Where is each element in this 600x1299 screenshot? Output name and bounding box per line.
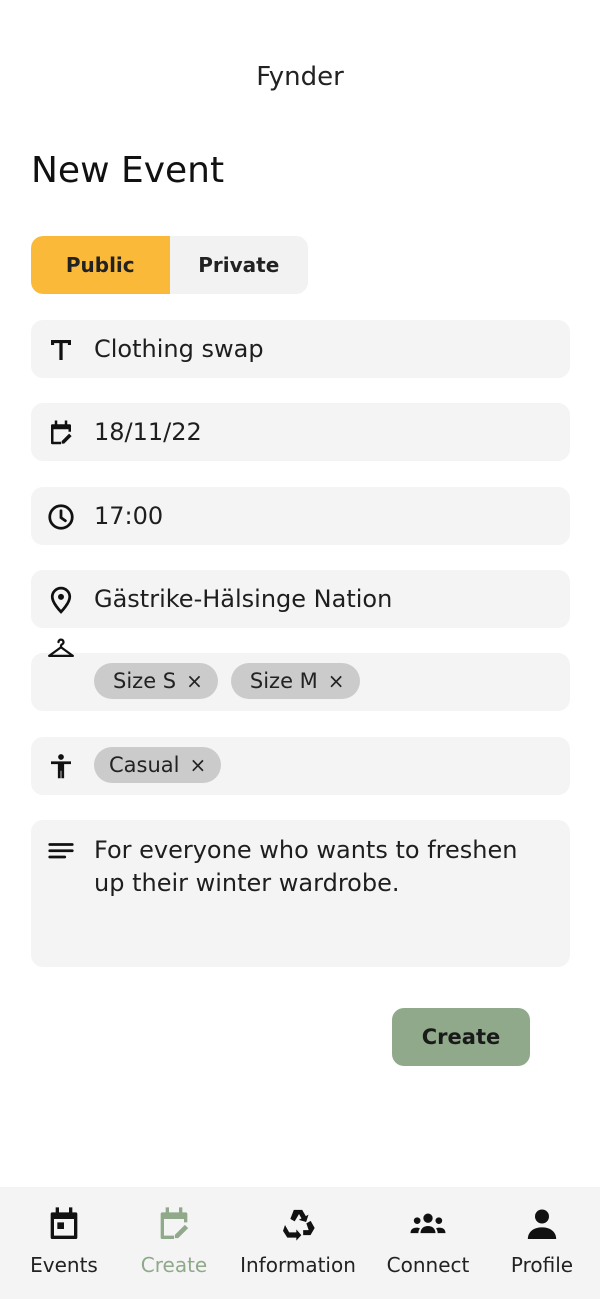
visibility-toggle: Public Private — [31, 236, 308, 294]
size-chip-list: Size S × Size M × — [94, 663, 360, 699]
size-chip-label: Size M — [249, 669, 318, 693]
description-value: For everyone who wants to freshen up the… — [94, 836, 518, 897]
group-icon — [407, 1203, 449, 1245]
nav-item-profile[interactable]: Profile — [504, 1187, 580, 1299]
private-option[interactable]: Private — [170, 236, 309, 294]
app-title: Fynder — [256, 62, 344, 92]
style-chip-label: Casual — [109, 753, 180, 777]
event-title-value: Clothing swap — [94, 335, 264, 363]
size-chip-label: Size S — [113, 669, 177, 693]
nav-item-information[interactable]: Information — [236, 1187, 360, 1299]
nav-item-create[interactable]: Create — [134, 1187, 214, 1299]
nav-item-events[interactable]: Events — [24, 1187, 104, 1299]
bottom-nav: Events Create Information Connect Profil… — [0, 1187, 600, 1299]
nav-label: Profile — [510, 1253, 574, 1277]
event-date-field[interactable]: 18/11/22 — [31, 403, 570, 461]
nav-label: Connect — [386, 1253, 470, 1277]
page-title: New Event — [31, 150, 225, 191]
event-location-value: Gästrike-Hälsinge Nation — [94, 585, 393, 613]
recycle-icon — [277, 1203, 319, 1245]
calendar-edit-icon — [45, 417, 77, 449]
nav-label: Create — [140, 1253, 208, 1277]
event-date-value: 18/11/22 — [94, 418, 202, 446]
event-location-field[interactable]: Gästrike-Hälsinge Nation — [31, 570, 570, 628]
style-chip-list: Casual × — [94, 747, 222, 783]
public-option[interactable]: Public — [31, 236, 170, 294]
text-icon — [45, 334, 77, 366]
nav-label: Information — [240, 1253, 356, 1277]
location-pin-icon — [45, 584, 77, 616]
nav-label: Events — [30, 1253, 98, 1277]
event-time-value: 17:00 — [94, 502, 164, 530]
create-button[interactable]: Create — [392, 1008, 530, 1066]
calendar-icon — [43, 1203, 85, 1245]
size-tags-field[interactable]: Size S × Size M × — [31, 638, 570, 711]
style-chip: Casual × — [94, 747, 222, 783]
clock-icon — [45, 501, 77, 533]
event-time-field[interactable]: 17:00 — [31, 487, 570, 545]
person-icon — [521, 1203, 563, 1245]
size-chip: Size M × — [230, 663, 360, 699]
person-standing-icon — [45, 751, 77, 783]
remove-chip-icon[interactable]: × — [190, 753, 207, 777]
description-lines-icon — [45, 836, 77, 868]
size-chip: Size S × — [94, 663, 218, 699]
hanger-icon — [45, 633, 77, 665]
nav-item-connect[interactable]: Connect — [384, 1187, 472, 1299]
calendar-edit-icon — [153, 1203, 195, 1245]
description-field[interactable]: For everyone who wants to freshen up the… — [31, 820, 570, 967]
remove-chip-icon[interactable]: × — [328, 669, 345, 693]
style-tags-field[interactable]: Casual × — [31, 737, 570, 795]
remove-chip-icon[interactable]: × — [186, 669, 203, 693]
event-title-field[interactable]: Clothing swap — [31, 320, 570, 378]
